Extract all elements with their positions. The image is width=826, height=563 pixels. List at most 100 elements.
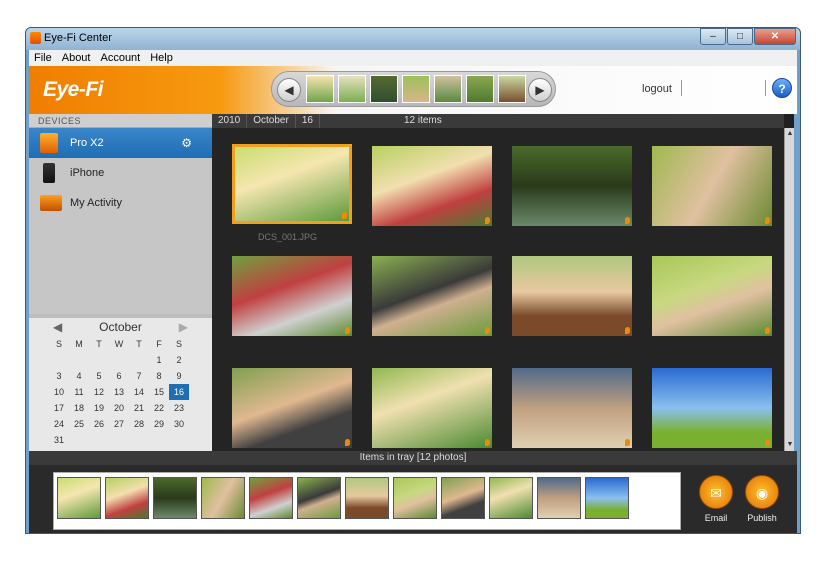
crumb-year[interactable]: 2010: [212, 114, 248, 128]
calendar-day[interactable]: 2: [169, 352, 189, 368]
title-bar[interactable]: Eye-Fi Center – □ ✕: [26, 28, 800, 50]
maximize-button[interactable]: □: [727, 28, 753, 45]
menu-about[interactable]: About: [57, 52, 96, 64]
close-button[interactable]: ✕: [754, 28, 796, 45]
strip-prev-icon[interactable]: ◀: [277, 78, 301, 102]
calendar-day[interactable]: 25: [69, 416, 89, 432]
calendar-day[interactable]: 27: [109, 416, 129, 432]
next-month-icon[interactable]: ▶: [179, 320, 188, 334]
strip-thumb[interactable]: [466, 75, 494, 103]
gear-icon[interactable]: ⚙: [181, 136, 192, 150]
tray-thumb[interactable]: [201, 477, 245, 519]
calendar-day[interactable]: 7: [129, 368, 149, 384]
calendar-month: October: [99, 320, 142, 334]
photo-thumb[interactable]: [232, 368, 352, 448]
strip-next-icon[interactable]: ▶: [528, 78, 552, 102]
menu-account[interactable]: Account: [95, 52, 145, 64]
calendar-day[interactable]: 19: [89, 400, 109, 416]
minimize-button[interactable]: –: [700, 28, 726, 45]
email-icon[interactable]: ✉: [699, 475, 733, 509]
calendar-day[interactable]: 17: [49, 400, 69, 416]
calendar-day[interactable]: 12: [89, 384, 109, 400]
activity-icon: [40, 195, 62, 211]
weekday-label: W: [114, 339, 124, 349]
photo-thumb[interactable]: [372, 146, 492, 226]
photo-thumb[interactable]: [372, 368, 492, 448]
photo-thumb[interactable]: [652, 146, 772, 226]
tray-thumb[interactable]: [441, 477, 485, 519]
tray-thumb[interactable]: [249, 477, 293, 519]
calendar-day[interactable]: 23: [169, 400, 189, 416]
tray-thumb[interactable]: [393, 477, 437, 519]
strip-thumb[interactable]: [434, 75, 462, 103]
publish-icon[interactable]: ◉: [745, 475, 779, 509]
photo-area: 2010 October 16 12 items DCS_001.JPG ▲ ▼: [212, 114, 794, 451]
calendar-day[interactable]: 24: [49, 416, 69, 432]
vertical-scrollbar[interactable]: ▲ ▼: [784, 128, 794, 451]
photo-thumb[interactable]: [512, 368, 632, 448]
crumb-month[interactable]: October: [247, 114, 296, 128]
help-icon[interactable]: ?: [772, 78, 792, 98]
scroll-down-icon[interactable]: ▼: [786, 440, 794, 450]
calendar-day[interactable]: 6: [109, 368, 129, 384]
photo-thumb[interactable]: [512, 146, 632, 226]
scroll-up-icon[interactable]: ▲: [786, 129, 794, 139]
device-pro-x2[interactable]: Pro X2 ⚙: [29, 128, 212, 158]
tray-thumb[interactable]: [537, 477, 581, 519]
calendar-day[interactable]: 3: [49, 368, 69, 384]
item-count: 12 items: [403, 115, 442, 126]
calendar-day[interactable]: 10: [49, 384, 69, 400]
location-pin-icon: [765, 217, 770, 224]
strip-thumb[interactable]: [498, 75, 526, 103]
photo-thumb[interactable]: [652, 256, 772, 336]
sd-card-icon: [40, 133, 58, 153]
tray-thumb[interactable]: [345, 477, 389, 519]
calendar-day[interactable]: 29: [149, 416, 169, 432]
calendar-day[interactable]: 9: [169, 368, 189, 384]
calendar-day[interactable]: 1: [149, 352, 169, 368]
tray-thumb[interactable]: [153, 477, 197, 519]
crumb-day[interactable]: 16: [296, 114, 320, 128]
calendar-day[interactable]: 5: [89, 368, 109, 384]
photo-thumb[interactable]: [652, 368, 772, 448]
prev-month-icon[interactable]: ◀: [53, 320, 62, 334]
calendar-day[interactable]: 21: [129, 400, 149, 416]
device-iphone[interactable]: iPhone: [29, 158, 212, 188]
tray-thumb[interactable]: [297, 477, 341, 519]
calendar-day[interactable]: 26: [89, 416, 109, 432]
tray-thumb[interactable]: [489, 477, 533, 519]
strip-thumb[interactable]: [338, 75, 366, 103]
calendar-day[interactable]: 30: [169, 416, 189, 432]
calendar-day[interactable]: 16: [169, 384, 189, 400]
menu-help[interactable]: Help: [145, 52, 178, 64]
calendar-day[interactable]: 31: [49, 432, 69, 448]
calendar-day[interactable]: 13: [109, 384, 129, 400]
logout-link[interactable]: logout: [642, 83, 672, 95]
photo-thumb[interactable]: [372, 256, 492, 336]
calendar-day[interactable]: 8: [149, 368, 169, 384]
calendar-day[interactable]: 4: [69, 368, 89, 384]
calendar-day[interactable]: 11: [69, 384, 89, 400]
calendar-day[interactable]: 18: [69, 400, 89, 416]
photo-thumb[interactable]: [232, 256, 352, 336]
menu-file[interactable]: File: [29, 52, 57, 64]
photo-thumb[interactable]: [232, 144, 352, 224]
calendar-day[interactable]: 14: [129, 384, 149, 400]
device-label: My Activity: [70, 197, 122, 209]
strip-thumb[interactable]: [370, 75, 398, 103]
photo-thumb[interactable]: [512, 256, 632, 336]
calendar-day[interactable]: 28: [129, 416, 149, 432]
tray-thumb[interactable]: [57, 477, 101, 519]
location-pin-icon: [765, 439, 770, 446]
tray-thumb[interactable]: [105, 477, 149, 519]
divider: [681, 80, 682, 96]
calendar-day[interactable]: 20: [109, 400, 129, 416]
device-label: iPhone: [70, 167, 105, 179]
my-activity[interactable]: My Activity: [29, 188, 212, 218]
strip-thumb[interactable]: [402, 75, 430, 103]
calendar-day[interactable]: 22: [149, 400, 169, 416]
phone-icon: [43, 163, 55, 183]
tray-thumb[interactable]: [585, 477, 629, 519]
calendar-day[interactable]: 15: [149, 384, 169, 400]
strip-thumb[interactable]: [306, 75, 334, 103]
